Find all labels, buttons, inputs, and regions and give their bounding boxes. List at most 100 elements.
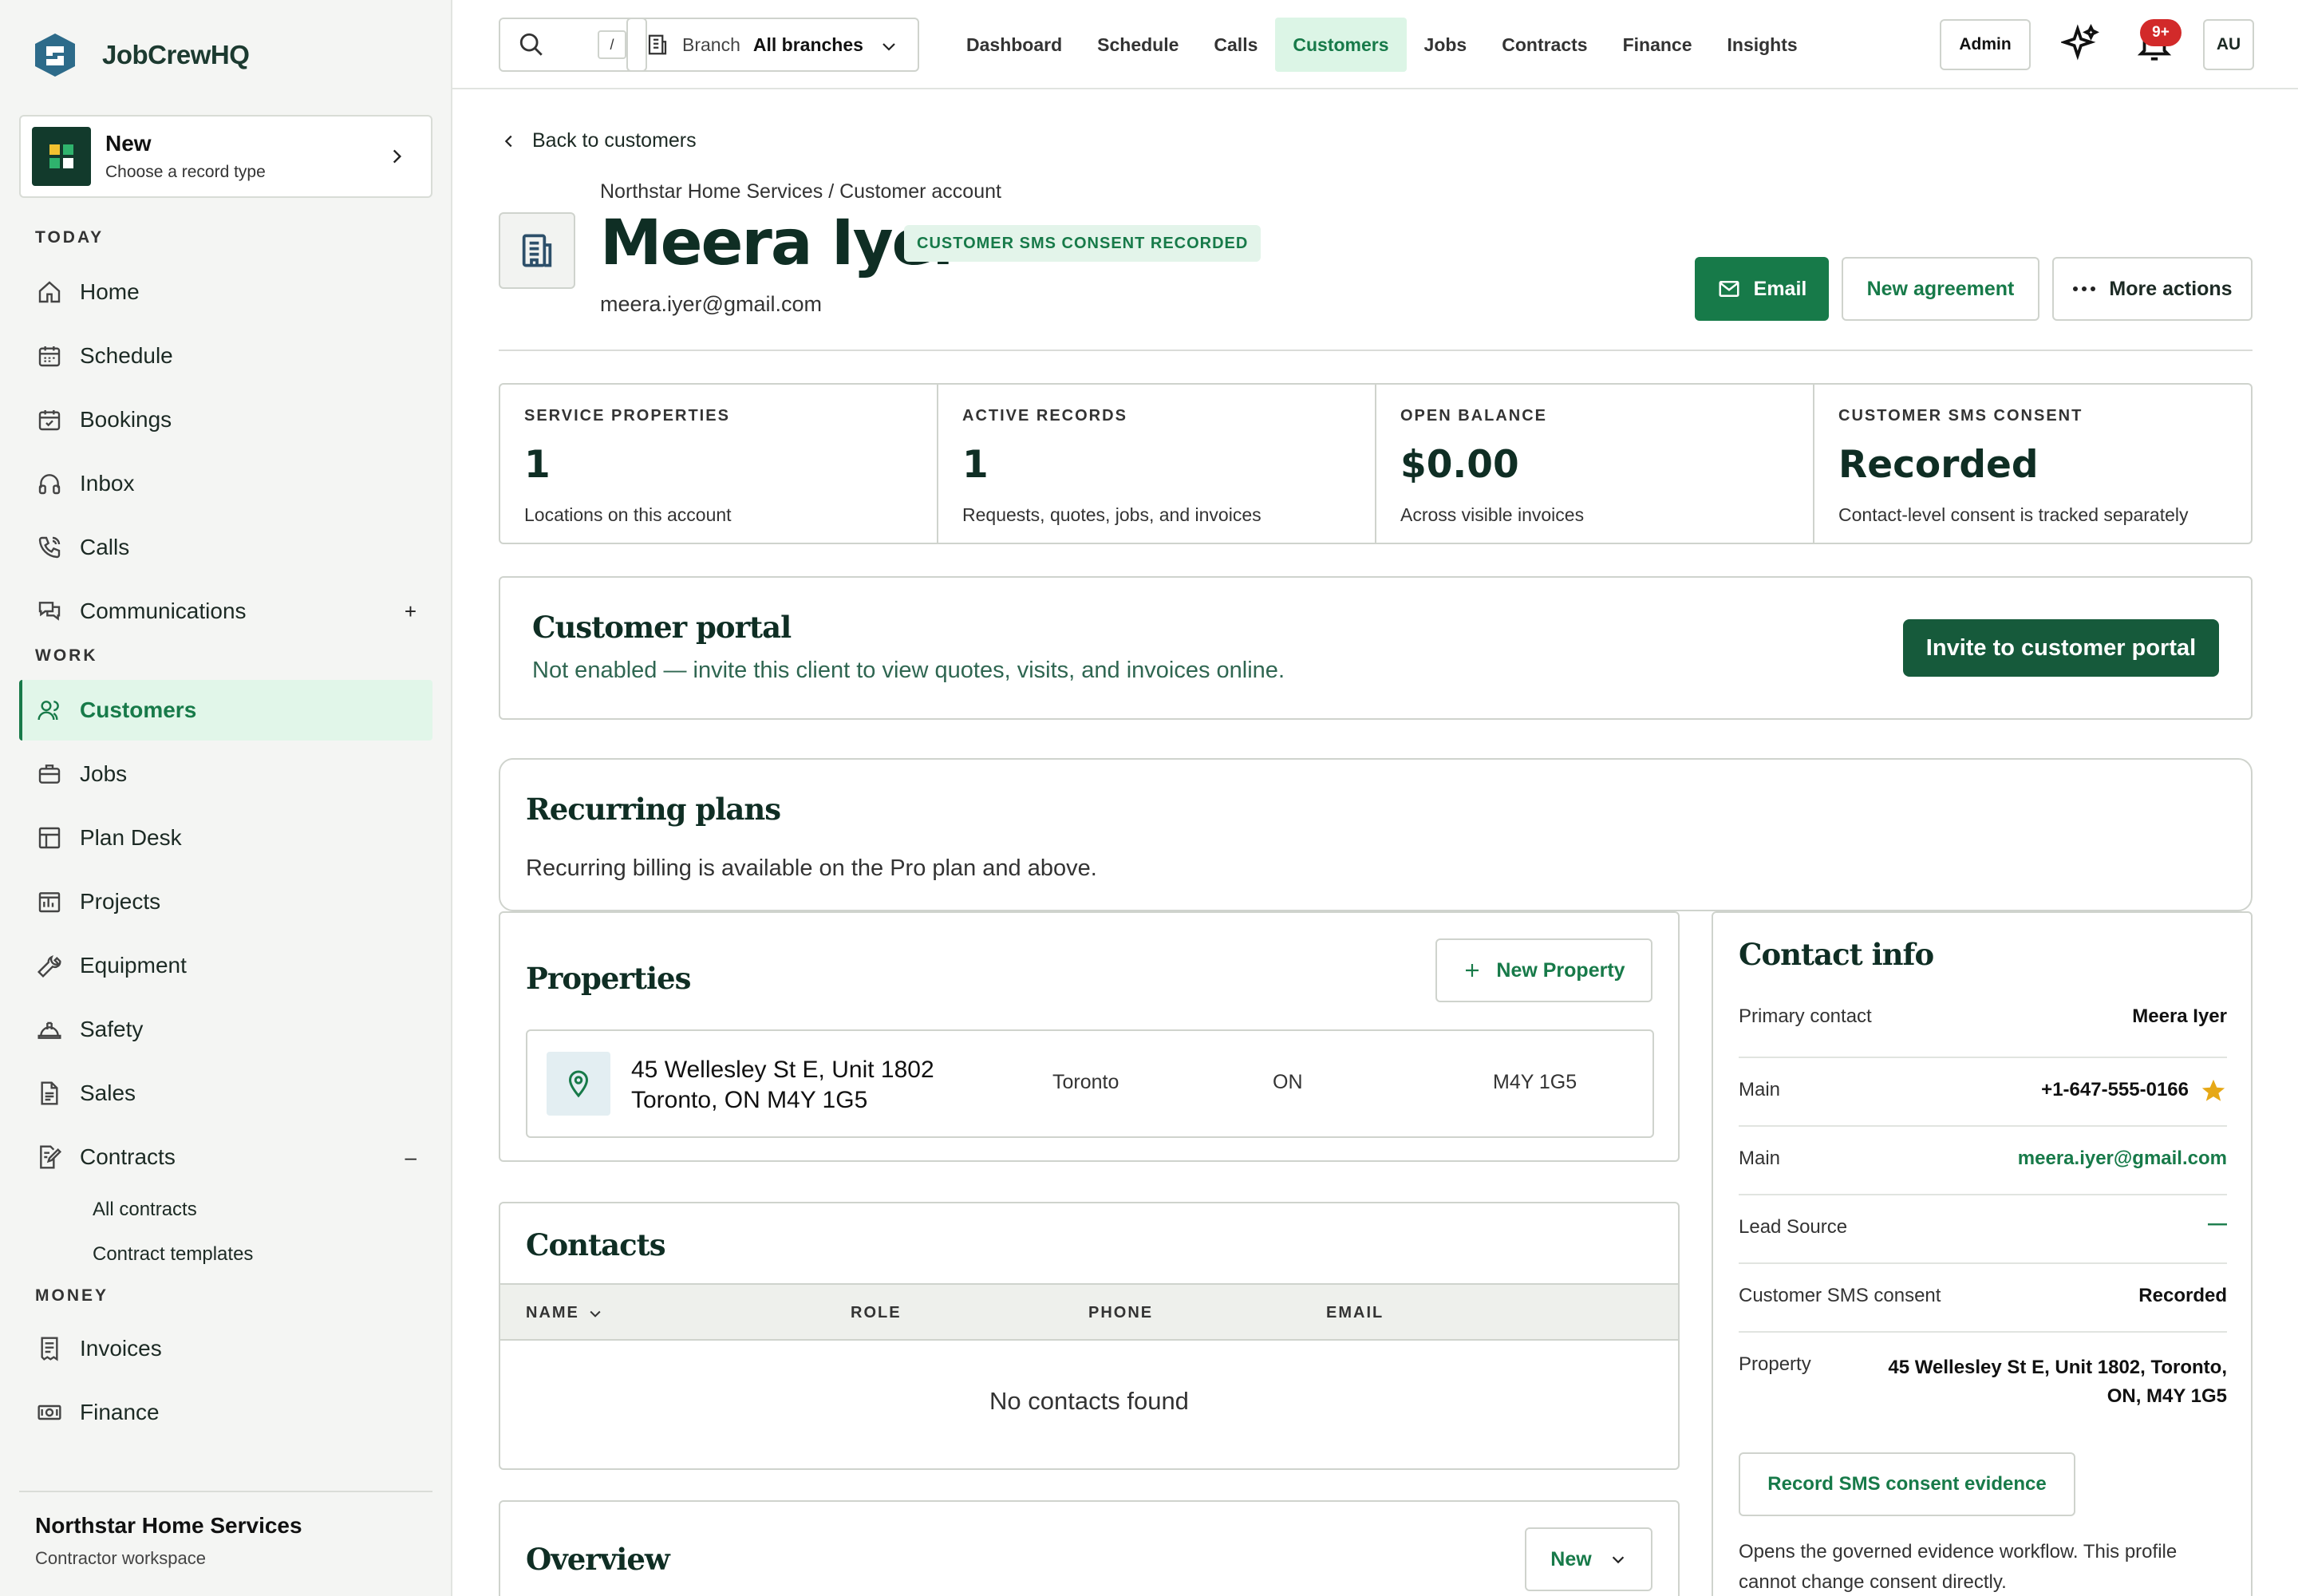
- cash-icon: [35, 1398, 64, 1427]
- contact-key: Customer SMS consent: [1739, 1285, 1941, 1306]
- topnav-insights[interactable]: Insights: [1710, 18, 1815, 72]
- sparkle-icon[interactable]: [2061, 24, 2101, 64]
- layout-icon: [35, 824, 64, 852]
- stat-value: 1: [524, 443, 551, 487]
- sidebar-item-customers[interactable]: Customers: [19, 680, 432, 741]
- card-title: Recurring plans: [526, 792, 781, 827]
- sidebar-item-label: Home: [80, 279, 140, 304]
- sidebar-item-home[interactable]: Home: [19, 262, 432, 322]
- stat-key: SERVICE PROPERTIES: [524, 407, 730, 425]
- property-city: Toronto: [1052, 1071, 1119, 1093]
- topnav-finance[interactable]: Finance: [1605, 18, 1710, 72]
- branch-selector[interactable]: Branch All branches: [626, 18, 919, 72]
- breadcrumb: Northstar Home Services / Customer accou…: [600, 180, 1001, 203]
- sidebar-item-equipment[interactable]: Equipment: [19, 935, 432, 996]
- stat-desc: Requests, quotes, jobs, and invoices: [962, 504, 1262, 525]
- topnav-schedule[interactable]: Schedule: [1080, 18, 1196, 72]
- topnav-customers[interactable]: Customers: [1275, 18, 1407, 72]
- sidebar-item-projects[interactable]: Projects: [19, 871, 432, 932]
- briefcase-icon: [35, 760, 64, 788]
- admin-button[interactable]: Admin: [1940, 19, 2031, 70]
- address-line-2: Toronto, ON M4Y 1G5: [631, 1087, 868, 1113]
- contact-value: —: [2208, 1213, 2227, 1235]
- back-link[interactable]: Back to customers: [500, 129, 697, 152]
- stats-row: SERVICE PROPERTIES 1 Locations on this a…: [499, 383, 2253, 544]
- contract-icon: [35, 1143, 64, 1171]
- column-header-phone[interactable]: PHONE: [1088, 1304, 1153, 1322]
- new-agreement-button[interactable]: New agreement: [1842, 257, 2039, 321]
- users-icon: [35, 696, 64, 725]
- overview-new-label: New: [1550, 1547, 1592, 1570]
- more-actions-button[interactable]: More actions: [2052, 257, 2253, 321]
- sidebar-item-label: Contracts: [80, 1144, 176, 1169]
- sidebar-subitem-contract-templates[interactable]: Contract templates: [93, 1243, 253, 1266]
- new-property-button[interactable]: New Property: [1435, 938, 1652, 1002]
- properties-card: Properties New Property 45 Wellesley St …: [499, 911, 1680, 1162]
- workspace-switcher[interactable]: Northstar Home Services Contractor works…: [19, 1491, 432, 1569]
- sidebar-item-bookings[interactable]: Bookings: [19, 389, 432, 450]
- location-pin-icon: [547, 1052, 610, 1116]
- collapse-icon[interactable]: –: [405, 1145, 417, 1170]
- overview-card: Overview New: [499, 1500, 1680, 1596]
- sidebar-item-plan-desk[interactable]: Plan Desk: [19, 808, 432, 868]
- recurring-description: Recurring billing is available on the Pr…: [526, 855, 1097, 881]
- empty-state: No contacts found: [989, 1387, 1189, 1415]
- sidebar-item-sales[interactable]: Sales: [19, 1063, 432, 1124]
- sidebar-item-safety[interactable]: Safety: [19, 999, 432, 1060]
- sidebar-item-communications[interactable]: Communications +: [19, 581, 432, 642]
- sidebar-item-label: Inbox: [80, 471, 135, 496]
- sidebar-item-finance[interactable]: Finance: [19, 1382, 432, 1443]
- contact-key: Primary contact: [1739, 1005, 1872, 1027]
- sidebar-item-calls[interactable]: Calls: [19, 517, 432, 578]
- contact-row-primary: Primary contact Meera Iyer: [1739, 990, 2227, 1058]
- topnav-contracts[interactable]: Contracts: [1484, 18, 1605, 72]
- plus-icon: [1466, 964, 1479, 977]
- email-button[interactable]: Email: [1695, 257, 1829, 321]
- contact-key: Main: [1739, 1148, 1781, 1169]
- chevron-left-icon: [504, 135, 512, 147]
- sidebar-item-inbox[interactable]: Inbox: [19, 453, 432, 514]
- stat-desc: Across visible invoices: [1400, 504, 1585, 525]
- contacts-table-header: NAME ROLE PHONE EMAIL: [500, 1283, 1678, 1341]
- sidebar-subitem-all-contracts[interactable]: All contracts: [93, 1199, 197, 1221]
- column-header-name[interactable]: NAME: [526, 1304, 603, 1322]
- header-divider: [499, 350, 2253, 351]
- contact-email-link[interactable]: meera.iyer@gmail.com: [2018, 1148, 2227, 1170]
- topnav-jobs[interactable]: Jobs: [1407, 18, 1485, 72]
- property-row[interactable]: 45 Wellesley St E, Unit 1802 Toronto, ON…: [526, 1029, 1654, 1138]
- sidebar-item-schedule[interactable]: Schedule: [19, 326, 432, 386]
- consent-note: Opens the governed evidence workflow. Th…: [1739, 1541, 2178, 1593]
- card-title: Customer portal: [532, 610, 792, 645]
- invite-portal-button[interactable]: Invite to customer portal: [1903, 619, 2219, 677]
- contact-row-sms-consent: Customer SMS consent Recorded: [1739, 1264, 2227, 1333]
- app-logo[interactable]: JobCrewHQ: [32, 32, 250, 78]
- card-title: Contacts: [526, 1227, 666, 1262]
- back-link-label: Back to customers: [532, 129, 697, 152]
- card-title: Contact info: [1739, 937, 1934, 972]
- contact-key: Main: [1739, 1079, 1781, 1100]
- column-header-email[interactable]: EMAIL: [1326, 1304, 1384, 1322]
- sidebar-item-label: Projects: [80, 889, 161, 914]
- sidebar-item-invoices[interactable]: Invoices: [19, 1318, 432, 1379]
- topnav-dashboard[interactable]: Dashboard: [949, 18, 1080, 72]
- column-header-role[interactable]: ROLE: [851, 1304, 902, 1322]
- overview-new-dropdown[interactable]: New: [1525, 1527, 1652, 1591]
- expand-icon[interactable]: +: [405, 599, 417, 624]
- topnav-calls[interactable]: Calls: [1196, 18, 1275, 72]
- building-icon: [648, 34, 667, 55]
- user-avatar[interactable]: AU: [2203, 19, 2254, 70]
- sidebar-item-label: Finance: [80, 1400, 160, 1424]
- stat-key: OPEN BALANCE: [1400, 407, 1548, 425]
- contact-row-property: Property 45 Wellesley St E, Unit 1802, T…: [1739, 1333, 2227, 1427]
- search-button[interactable]: /: [499, 18, 647, 72]
- new-card-subtitle: Choose a record type: [105, 163, 266, 181]
- new-record-button[interactable]: New Choose a record type: [19, 115, 432, 198]
- sidebar-item-contracts[interactable]: Contracts –: [19, 1127, 432, 1187]
- branch-value: All branches: [752, 34, 863, 55]
- record-sms-consent-button[interactable]: Record SMS consent evidence: [1739, 1452, 2075, 1516]
- column-label: NAME: [526, 1304, 579, 1321]
- sidebar-item-jobs[interactable]: Jobs: [19, 744, 432, 804]
- sidebar-item-label: Communications: [80, 598, 247, 623]
- contact-value[interactable]: +1-647-555-0166: [2041, 1079, 2189, 1101]
- stat-value: 1: [962, 443, 989, 487]
